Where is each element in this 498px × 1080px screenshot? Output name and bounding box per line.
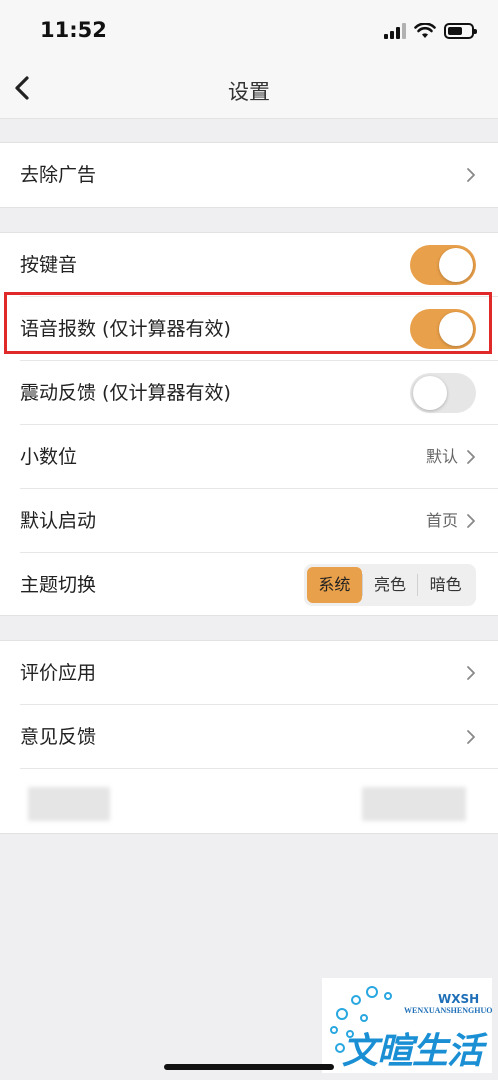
row-label: 默认启动 xyxy=(20,510,97,532)
row-value: 默认 xyxy=(425,447,458,466)
signal-icon xyxy=(384,23,406,39)
theme-option-light[interactable]: 亮色 xyxy=(363,567,418,603)
chevron-right-icon xyxy=(467,168,475,182)
highlight-annotation xyxy=(4,292,492,354)
home-indicator xyxy=(164,1064,334,1070)
row-key-sound: 按键音 xyxy=(0,233,498,297)
row-blurred xyxy=(0,769,498,833)
settings-group-other: 评价应用 意见反馈 xyxy=(0,640,498,834)
row-feedback[interactable]: 意见反馈 xyxy=(0,705,498,769)
blurred-text xyxy=(28,787,110,821)
row-remove-ads[interactable]: 去除广告 xyxy=(0,143,498,207)
status-icons xyxy=(384,20,477,42)
page-title: 设置 xyxy=(228,80,270,104)
theme-option-system[interactable]: 系统 xyxy=(307,567,362,603)
chevron-right-icon xyxy=(467,666,475,680)
chevron-right-icon xyxy=(467,514,475,528)
watermark-en: WENXUANSHENGHUO xyxy=(404,1006,493,1015)
row-label: 意见反馈 xyxy=(20,726,97,748)
watermark-small: WXSH xyxy=(438,992,480,1006)
row-vibration: 震动反馈 (仅计算器有效) xyxy=(0,361,498,425)
blurred-text xyxy=(362,787,466,821)
theme-option-dark[interactable]: 暗色 xyxy=(418,567,473,603)
chevron-right-icon xyxy=(467,450,475,464)
battery-icon xyxy=(444,23,477,39)
settings-group-ads: 去除广告 xyxy=(0,142,498,208)
row-decimal-places[interactable]: 小数位 默认 xyxy=(0,425,498,489)
row-label: 评价应用 xyxy=(20,662,97,684)
row-label: 按键音 xyxy=(20,254,78,276)
row-value: 首页 xyxy=(425,511,458,530)
row-label: 小数位 xyxy=(20,446,78,468)
row-label: 震动反馈 (仅计算器有效) xyxy=(20,382,231,404)
row-theme: 主题切换 系统 亮色 暗色 xyxy=(0,553,498,617)
chevron-right-icon xyxy=(467,730,475,744)
key-sound-toggle[interactable] xyxy=(410,245,476,285)
row-rate-app[interactable]: 评价应用 xyxy=(0,641,498,705)
wifi-icon xyxy=(414,23,436,38)
status-time: 11:52 xyxy=(40,18,107,42)
settings-group-main: 按键音 语音报数 (仅计算器有效) 震动反馈 (仅计算器有效) 小数位 默认 默… xyxy=(0,232,498,616)
watermark-cn: 文暄生活 xyxy=(342,1031,483,1072)
watermark-logo: WXSH WENXUANSHENGHUO 文暄生活 xyxy=(322,978,492,1073)
row-default-startup[interactable]: 默认启动 首页 xyxy=(0,489,498,553)
vibration-toggle[interactable] xyxy=(410,373,476,413)
theme-segmented-control: 系统 亮色 暗色 xyxy=(304,564,476,606)
row-label: 去除广告 xyxy=(20,164,97,186)
row-label: 主题切换 xyxy=(20,574,97,596)
